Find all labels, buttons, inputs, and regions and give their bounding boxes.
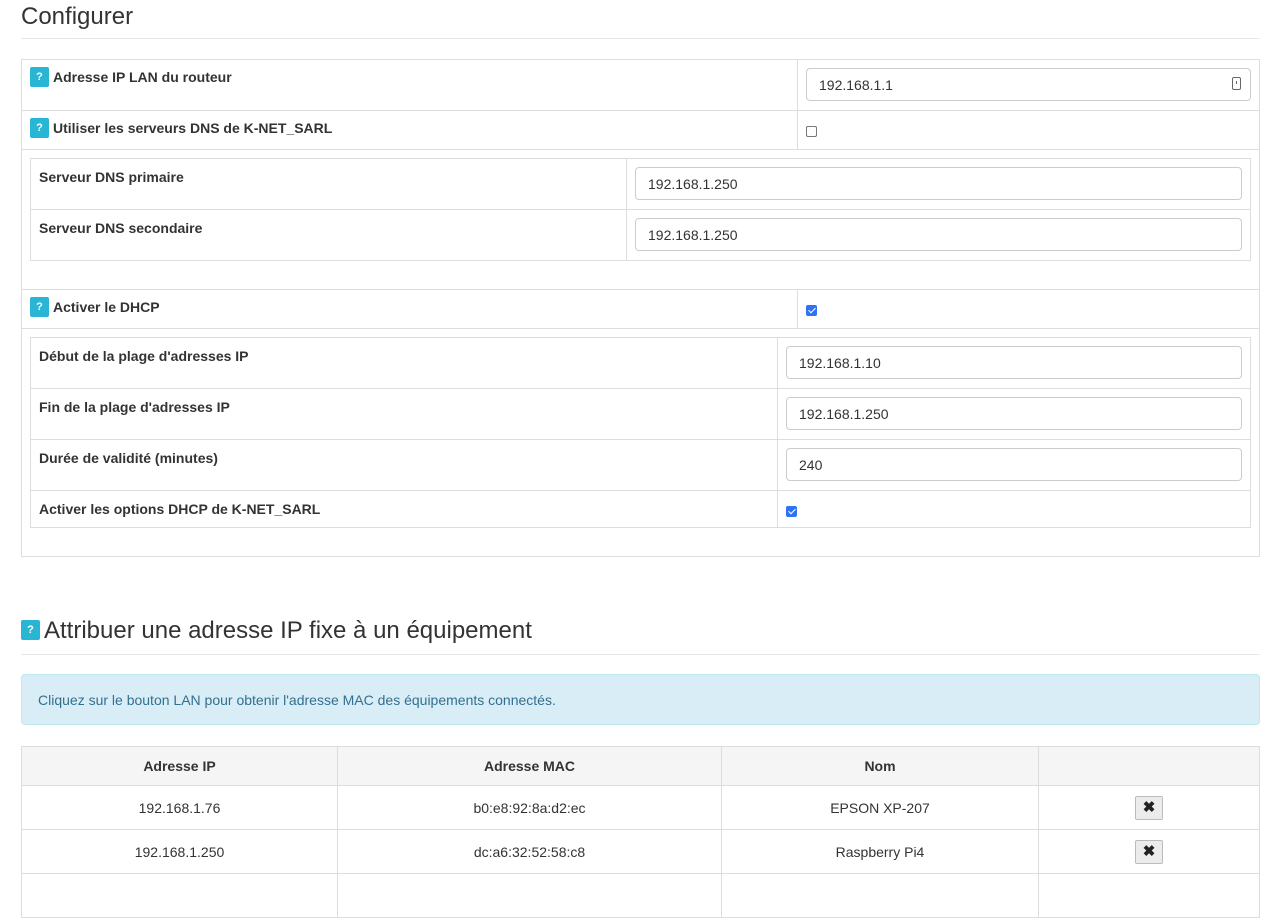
static-ip-header: ? Attribuer une adresse IP fixe à un équi… <box>21 614 1260 655</box>
help-icon[interactable]: ? <box>30 297 49 318</box>
router-ip-input-cell: 192.168.1.1 <box>797 59 1260 111</box>
row-action <box>1038 873 1260 918</box>
lease-input[interactable]: 240 <box>786 448 1242 481</box>
dns-secondary-label-cell: Serveur DNS secondaire <box>30 209 627 261</box>
dns-secondary-input[interactable]: 192.168.1.250 <box>635 218 1242 251</box>
range-end-label-cell: Fin de la plage d'adresses IP <box>30 388 778 440</box>
dns-primary-label: Serveur DNS primaire <box>39 169 184 185</box>
dhcp-enable-checkbox[interactable] <box>806 305 817 316</box>
dns-primary-input[interactable]: 192.168.1.250 <box>635 167 1242 200</box>
col-action-header <box>1038 746 1260 786</box>
dns-secondary-label: Serveur DNS secondaire <box>39 220 203 236</box>
lease-label: Durée de validité (minutes) <box>39 450 218 466</box>
table-row <box>21 873 1260 918</box>
help-icon[interactable]: ? <box>21 619 40 640</box>
range-start-label-cell: Début de la plage d'adresses IP <box>30 337 778 389</box>
dhcp-enable-label: Activer le DHCP <box>53 299 160 315</box>
dhcp-options-label: Activer les options DHCP de K-NET_SARL <box>39 501 321 517</box>
range-start-label: Début de la plage d'adresses IP <box>39 348 249 364</box>
contact-card-icon[interactable] <box>1232 77 1241 90</box>
delete-button[interactable]: ✖ <box>1135 839 1163 864</box>
page: Configurer ? Adresse IP LAN du routeur 19… <box>21 0 1260 918</box>
config-table: ? Adresse IP LAN du routeur 192.168.1.1 ?… <box>21 59 1260 557</box>
dhcp-enable-label-cell: ? Activer le DHCP <box>21 289 798 329</box>
row-mac: dc:a6:32:52:58:c8 <box>337 829 722 874</box>
row-ip: 192.168.1.76 <box>21 785 338 830</box>
row-action: ✖ <box>1038 829 1260 874</box>
dhcp-options-checkbox-cell <box>777 490 1251 528</box>
table-row: 192.168.1.250 dc:a6:32:52:58:c8 Raspberr… <box>21 829 1260 874</box>
use-dns-checkbox-cell <box>797 110 1260 150</box>
dhcp-settings-cell: Début de la plage d'adresses IP 192.168.… <box>21 328 1260 557</box>
col-name-header: Nom <box>721 746 1039 786</box>
row-mac: b0:e8:92:8a:d2:ec <box>337 785 722 830</box>
row-name: EPSON XP-207 <box>721 785 1039 830</box>
dns-primary-input-cell: 192.168.1.250 <box>626 158 1251 210</box>
page-title: Configurer <box>21 0 1260 39</box>
static-ip-title: Attribuer une adresse IP fixe à un équip… <box>44 617 532 644</box>
row-action: ✖ <box>1038 785 1260 830</box>
row-mac <box>337 873 722 918</box>
range-end-input[interactable]: 192.168.1.250 <box>786 397 1242 430</box>
help-icon[interactable]: ? <box>30 118 49 139</box>
range-end-label: Fin de la plage d'adresses IP <box>39 399 230 415</box>
lease-label-cell: Durée de validité (minutes) <box>30 439 778 491</box>
dns-primary-label-cell: Serveur DNS primaire <box>30 158 627 210</box>
dhcp-settings-table: Début de la plage d'adresses IP 192.168.… <box>30 337 1251 528</box>
router-ip-input[interactable]: 192.168.1.1 <box>806 68 1251 101</box>
static-ip-table: Adresse IP Adresse MAC Nom 192.168.1.76 … <box>21 746 1260 918</box>
router-ip-label: Adresse IP LAN du routeur <box>53 69 232 85</box>
info-alert: Cliquez sur le bouton LAN pour obtenir l… <box>21 674 1260 725</box>
row-ip <box>21 873 338 918</box>
router-ip-label-cell: ? Adresse IP LAN du routeur <box>21 59 798 111</box>
col-ip-header: Adresse IP <box>21 746 338 786</box>
use-dns-label: Utiliser les serveurs DNS de K-NET_SARL <box>53 120 333 136</box>
range-start-input[interactable]: 192.168.1.10 <box>786 346 1242 379</box>
range-start-input-cell: 192.168.1.10 <box>777 337 1251 389</box>
delete-button[interactable]: ✖ <box>1135 795 1163 820</box>
range-end-input-cell: 192.168.1.250 <box>777 388 1251 440</box>
row-name: Raspberry Pi4 <box>721 829 1039 874</box>
table-row: 192.168.1.76 b0:e8:92:8a:d2:ec EPSON XP-… <box>21 785 1260 830</box>
dns-secondary-input-cell: 192.168.1.250 <box>626 209 1251 261</box>
row-ip: 192.168.1.250 <box>21 829 338 874</box>
col-mac-header: Adresse MAC <box>337 746 722 786</box>
dhcp-options-label-cell: Activer les options DHCP de K-NET_SARL <box>30 490 778 528</box>
dhcp-options-checkbox[interactable] <box>786 506 797 517</box>
lease-input-cell: 240 <box>777 439 1251 491</box>
dns-servers-table: Serveur DNS primaire 192.168.1.250 Serve… <box>30 158 1251 261</box>
dns-servers-cell: Serveur DNS primaire 192.168.1.250 Serve… <box>21 149 1260 290</box>
static-ip-heading: ? Attribuer une adresse IP fixe à un équi… <box>21 614 1260 648</box>
use-dns-checkbox[interactable] <box>806 126 817 137</box>
help-icon[interactable]: ? <box>30 67 49 88</box>
use-dns-label-cell: ? Utiliser les serveurs DNS de K-NET_SARL <box>21 110 798 150</box>
dhcp-enable-checkbox-cell <box>797 289 1260 329</box>
row-name <box>721 873 1039 918</box>
